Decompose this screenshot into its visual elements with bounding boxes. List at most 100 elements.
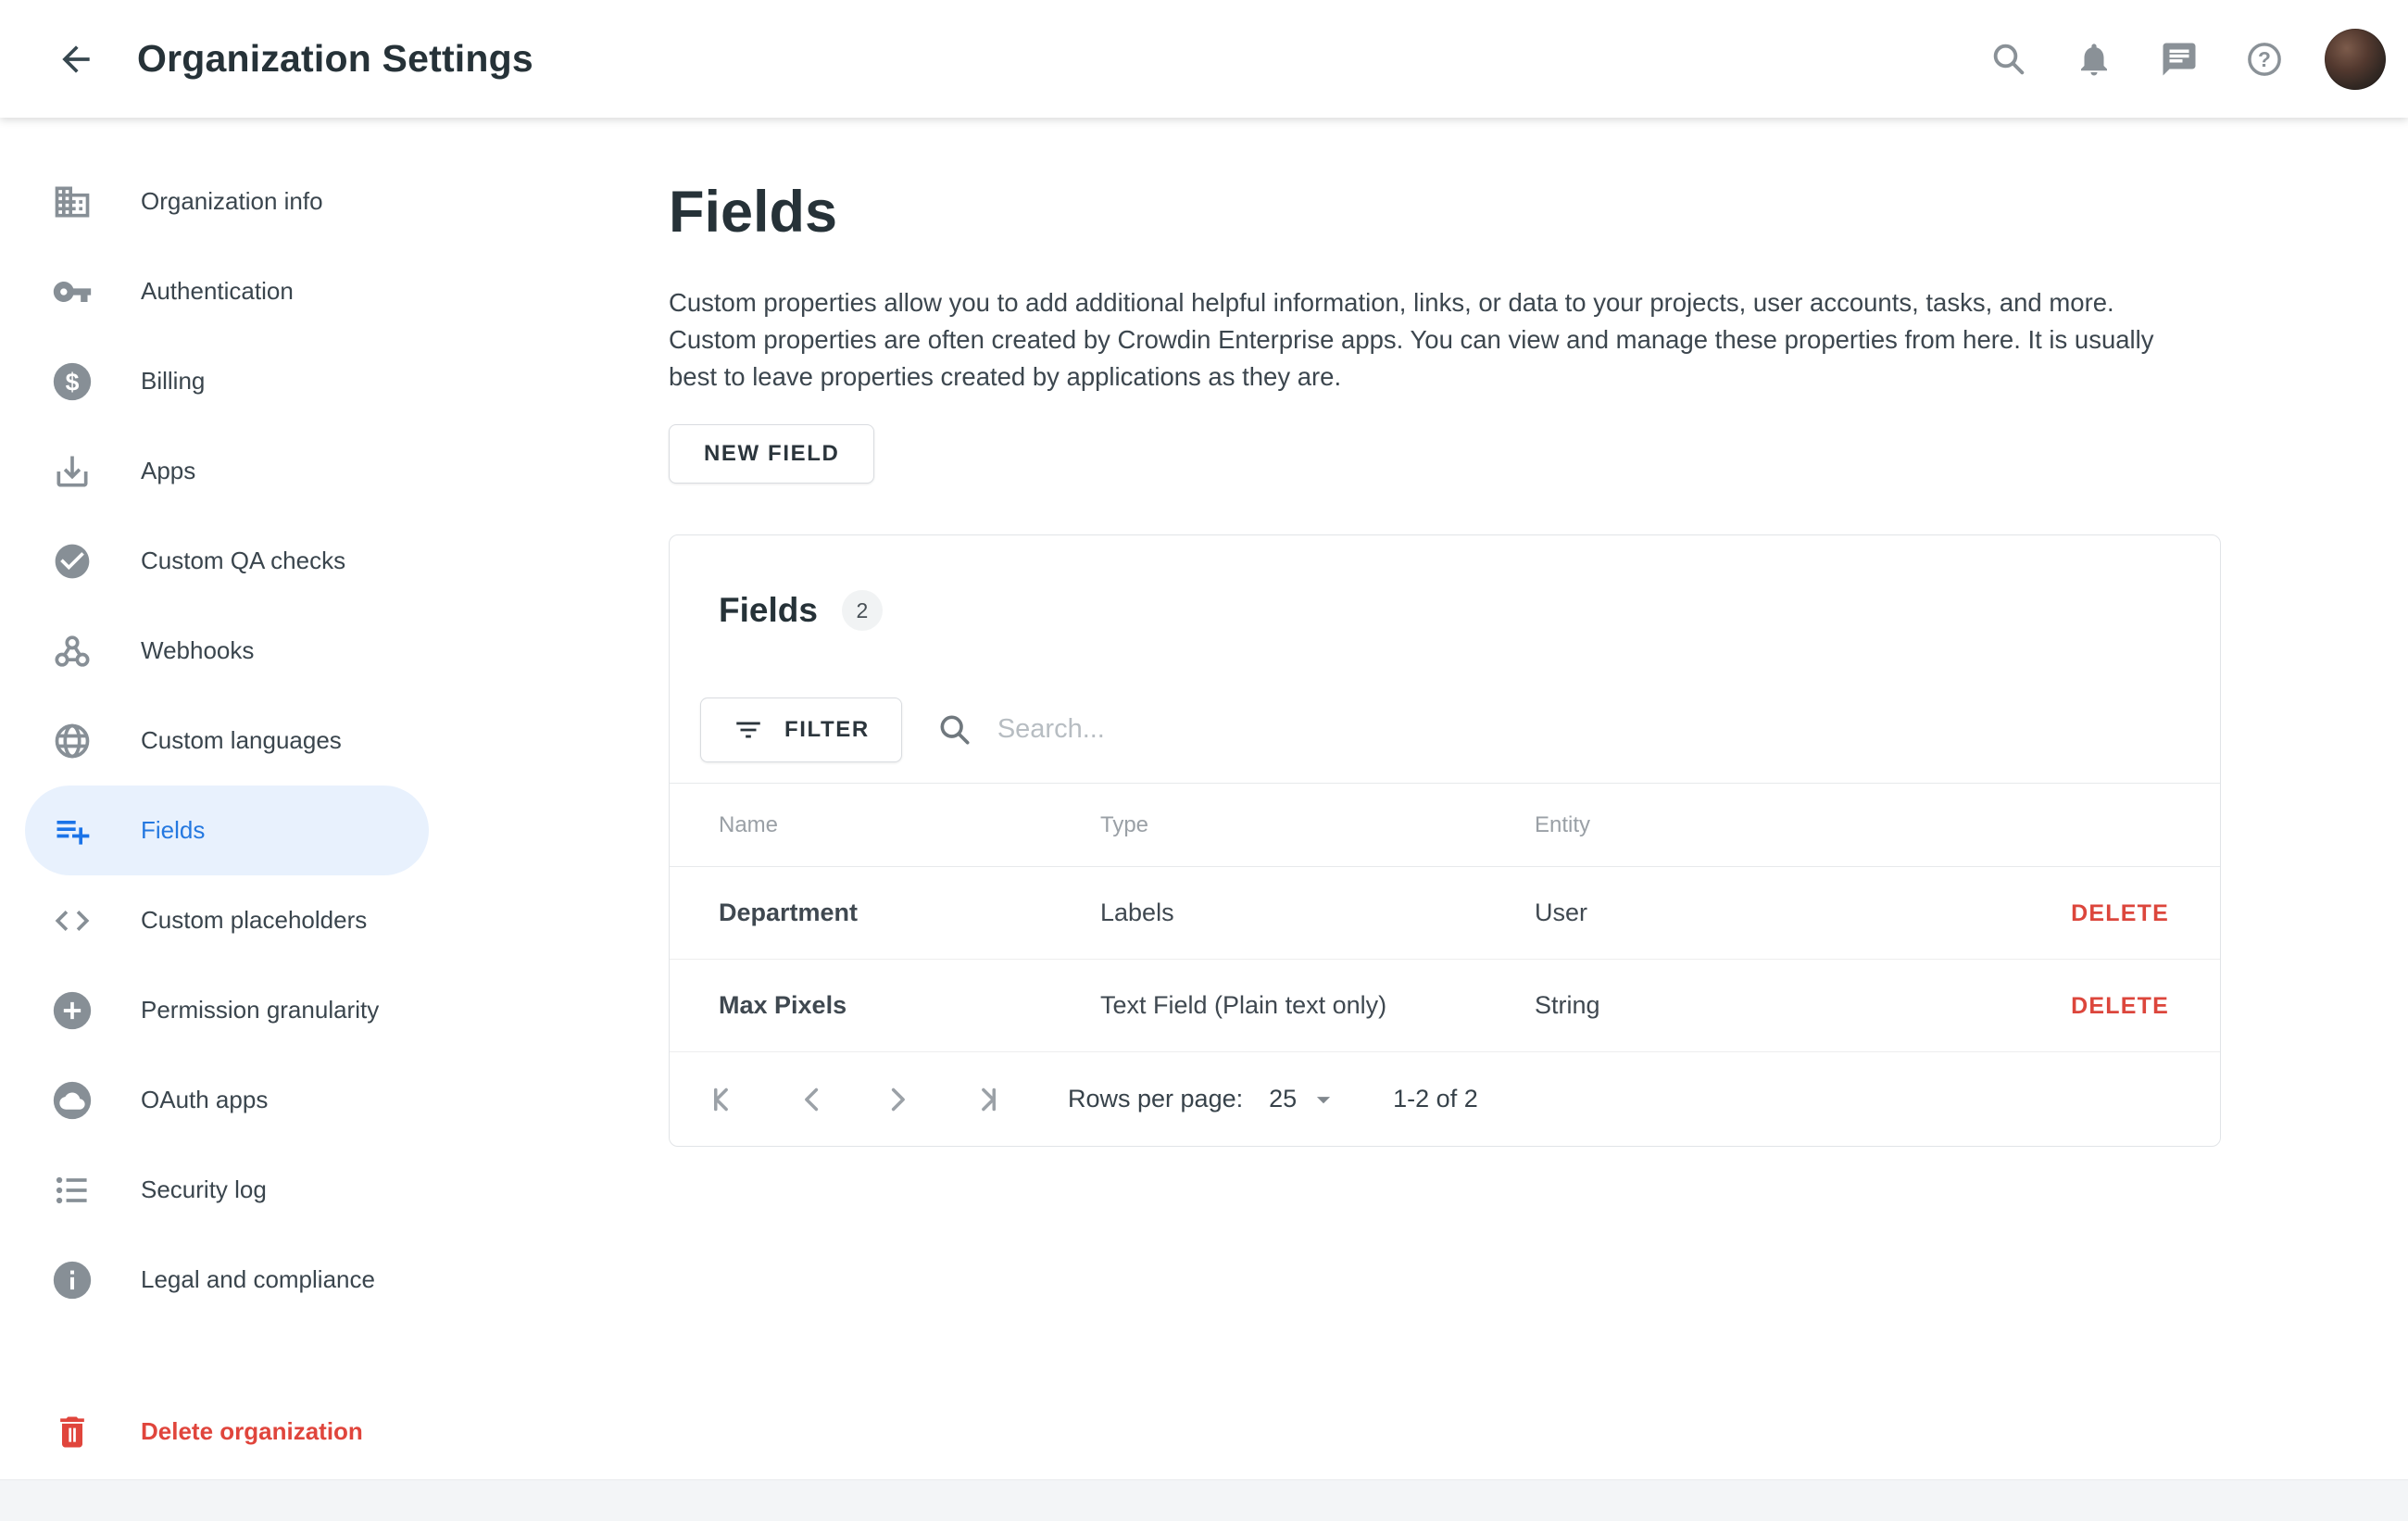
code-icon: [52, 900, 93, 941]
field-entity-cell: User: [1535, 899, 1961, 927]
info-circle-icon: [52, 1260, 93, 1301]
filter-button[interactable]: FILTER: [700, 698, 902, 762]
page-description: Custom properties allow you to add addit…: [669, 284, 2201, 396]
sidebar-item-permission-granularity[interactable]: Permission granularity: [25, 965, 429, 1055]
organization-settings-page: Organization Settings ? Organization inf…: [0, 0, 2408, 1521]
sidebar-item-billing[interactable]: $ Billing: [25, 336, 429, 426]
plus-circle-icon: [52, 990, 93, 1031]
dollar-circle-icon: $: [52, 361, 93, 402]
globe-icon: [52, 721, 93, 761]
building-icon: [52, 182, 93, 222]
column-header-entity: Entity: [1535, 812, 1961, 838]
webhook-icon: [52, 631, 93, 672]
user-avatar[interactable]: [2325, 29, 2386, 90]
table-header-row: Name Type Entity: [670, 784, 2220, 867]
chevron-down-icon: [1308, 1084, 1339, 1115]
rows-per-page-select[interactable]: 25: [1269, 1084, 1339, 1115]
sidebar-item-webhooks[interactable]: Webhooks: [25, 606, 429, 696]
field-name-cell: Max Pixels: [670, 991, 1100, 1020]
sidebar-item-legal-and-compliance[interactable]: Legal and compliance: [25, 1235, 429, 1325]
messages-icon[interactable]: [2156, 36, 2202, 82]
page-title: Fields: [669, 179, 837, 245]
sidebar-item-custom-placeholders[interactable]: Custom placeholders: [25, 875, 429, 965]
card-toolbar: FILTER: [670, 676, 2220, 784]
search-input[interactable]: [997, 702, 2189, 758]
field-type-cell: Text Field (Plain text only): [1100, 991, 1535, 1020]
table-row: Department Labels User DELETE: [670, 867, 2220, 960]
sidebar-item-label: OAuth apps: [141, 1086, 268, 1114]
download-icon: [52, 451, 93, 492]
last-page-icon: [963, 1080, 1002, 1119]
chevron-left-icon: [793, 1080, 832, 1119]
page-header-title: Organization Settings: [137, 37, 533, 81]
last-page-button[interactable]: [962, 1079, 1003, 1120]
filter-icon: [733, 714, 764, 746]
sidebar-item-label: Security log: [141, 1175, 267, 1204]
rows-per-page-label: Rows per page:: [1068, 1085, 1243, 1113]
key-icon: [52, 271, 93, 312]
first-page-icon: [708, 1080, 746, 1119]
back-button[interactable]: [50, 33, 102, 85]
pagination-bar: Rows per page: 25 1-2 of 2: [670, 1052, 2220, 1146]
row-actions: DELETE: [1961, 899, 2220, 927]
cloud-circle-icon: [52, 1080, 93, 1121]
table-row: Max Pixels Text Field (Plain text only) …: [670, 960, 2220, 1052]
fields-card: Fields 2 FILTER Name Type Entity: [669, 534, 2221, 1147]
search-icon: [936, 711, 973, 748]
footer-strip: [0, 1479, 2408, 1521]
column-header-type: Type: [1100, 812, 1535, 838]
next-page-button[interactable]: [877, 1079, 918, 1120]
chevron-right-icon: [878, 1080, 917, 1119]
sidebar-item-label: Apps: [141, 457, 195, 485]
sidebar-item-custom-qa-checks[interactable]: Custom QA checks: [25, 516, 429, 606]
delete-field-button[interactable]: DELETE: [2071, 900, 2169, 927]
card-title: Fields: [719, 591, 818, 630]
sidebar-item-oauth-apps[interactable]: OAuth apps: [25, 1055, 429, 1145]
list-icon: [52, 1170, 93, 1211]
help-icon[interactable]: ?: [2241, 36, 2288, 82]
first-page-button[interactable]: [707, 1079, 747, 1120]
top-app-bar: Organization Settings ?: [0, 0, 2408, 118]
notifications-bell-icon[interactable]: [2071, 36, 2117, 82]
sidebar-item-label: Delete organization: [141, 1417, 363, 1446]
check-circle-icon: [52, 541, 93, 582]
sidebar-item-delete-organization[interactable]: Delete organization: [25, 1387, 429, 1477]
row-actions: DELETE: [1961, 991, 2220, 1020]
sidebar-item-security-log[interactable]: Security log: [25, 1145, 429, 1235]
field-type-cell: Labels: [1100, 899, 1535, 927]
playlist-add-icon: [52, 811, 93, 851]
sidebar-item-label: Permission granularity: [141, 996, 379, 1024]
trash-icon: [52, 1412, 93, 1452]
sidebar-item-label: Fields: [141, 816, 205, 845]
sidebar-item-organization-info[interactable]: Organization info: [25, 157, 429, 246]
count-badge: 2: [842, 590, 883, 631]
previous-page-button[interactable]: [792, 1079, 833, 1120]
filter-button-label: FILTER: [784, 717, 870, 743]
column-header-name: Name: [670, 812, 1100, 838]
sidebar-item-label: Custom languages: [141, 726, 342, 755]
pagination-range: 1-2 of 2: [1393, 1085, 1478, 1113]
field-entity-cell: String: [1535, 991, 1961, 1020]
sidebar-item-authentication[interactable]: Authentication: [25, 246, 429, 336]
arrow-left-icon: [56, 39, 96, 80]
sidebar-item-label: Webhooks: [141, 636, 254, 665]
fields-card-header: Fields 2: [670, 535, 2220, 676]
topbar-actions: ?: [1947, 29, 2386, 90]
svg-text:?: ?: [2258, 47, 2271, 71]
sidebar-item-custom-languages[interactable]: Custom languages: [25, 696, 429, 786]
sidebar-item-label: Authentication: [141, 277, 294, 306]
sidebar-item-label: Custom placeholders: [141, 906, 367, 935]
sidebar-item-label: Legal and compliance: [141, 1265, 375, 1294]
sidebar-item-label: Custom QA checks: [141, 547, 345, 575]
search-icon[interactable]: [1986, 36, 2032, 82]
field-name-cell: Department: [670, 899, 1100, 927]
sidebar-item-label: Organization info: [141, 187, 323, 216]
main-content: Fields Custom properties allow you to ad…: [669, 118, 2408, 1521]
sidebar-item-fields[interactable]: Fields: [25, 786, 429, 875]
new-field-button[interactable]: NEW FIELD: [669, 424, 874, 484]
search-field: [936, 702, 2189, 758]
sidebar-item-apps[interactable]: Apps: [25, 426, 429, 516]
delete-field-button[interactable]: DELETE: [2071, 993, 2169, 1020]
rows-per-page-value: 25: [1269, 1085, 1297, 1113]
svg-text:$: $: [66, 368, 80, 396]
